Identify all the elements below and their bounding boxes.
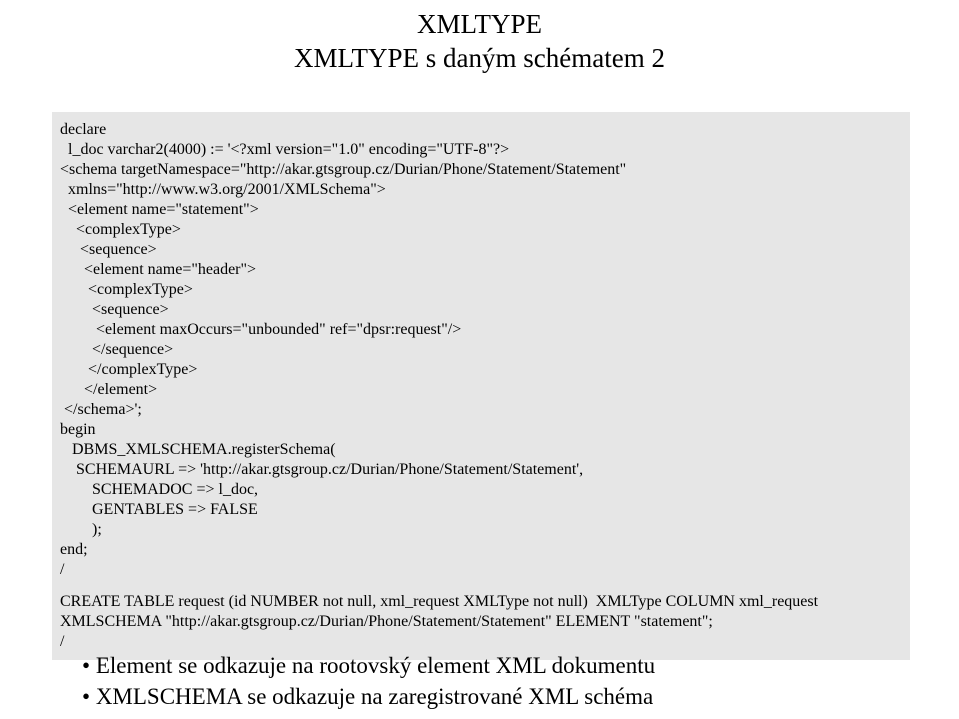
title-block: XMLTYPE XMLTYPE s daným schématem 2 <box>0 0 959 76</box>
bullet-item-1: Element se odkazuje na rootovský element… <box>82 650 655 681</box>
code-panel: declare l_doc varchar2(4000) := '<?xml v… <box>52 112 910 660</box>
slide-page: XMLTYPE XMLTYPE s daným schématem 2 decl… <box>0 0 959 719</box>
code-block: declare l_doc varchar2(4000) := '<?xml v… <box>60 120 902 580</box>
bullet-list: Element se odkazuje na rootovský element… <box>82 650 655 712</box>
create-table-statement: CREATE TABLE request (id NUMBER not null… <box>60 592 902 652</box>
title-line-2: XMLTYPE s daným schématem 2 <box>0 42 959 76</box>
title-line-1: XMLTYPE <box>0 8 959 42</box>
bullet-item-2: XMLSCHEMA se odkazuje na zaregistrované … <box>82 681 655 712</box>
